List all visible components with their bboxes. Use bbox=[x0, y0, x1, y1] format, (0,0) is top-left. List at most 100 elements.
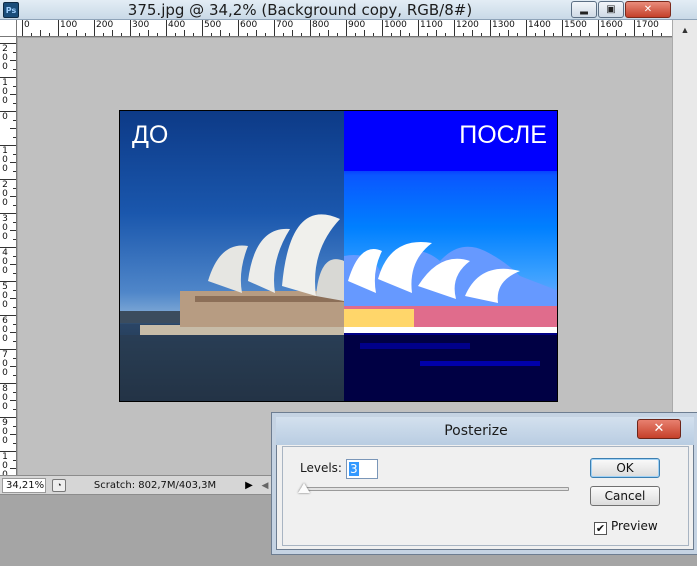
ruler-top-tick bbox=[265, 33, 266, 36]
ruler-top-label: 1000 bbox=[384, 20, 407, 30]
ruler-left-label: 100 bbox=[2, 78, 8, 106]
ruler-left-label: 200 bbox=[2, 180, 8, 208]
ruler-origin-corner[interactable] bbox=[0, 20, 17, 37]
ruler-top-tick bbox=[427, 33, 428, 36]
ruler-top-tick bbox=[517, 33, 518, 36]
ruler-left-tick bbox=[13, 391, 16, 393]
dialog-title: Posterize bbox=[444, 423, 508, 439]
ruler-top-label: 1400 bbox=[528, 20, 551, 30]
ruler-top-tick bbox=[436, 30, 437, 36]
ruler-top-tick bbox=[454, 20, 455, 36]
scroll-up-icon[interactable]: ▲ bbox=[676, 22, 694, 38]
ruler-left-tick bbox=[13, 340, 16, 342]
dialog-close-button[interactable]: ✕ bbox=[637, 419, 681, 439]
ruler-top-tick bbox=[661, 33, 662, 36]
levels-slider-thumb[interactable] bbox=[298, 483, 310, 493]
ruler-top-tick bbox=[58, 20, 59, 36]
ruler-top-tick bbox=[409, 33, 410, 36]
vertical-scrollbar[interactable]: ▲ ▼ bbox=[672, 20, 697, 475]
ruler-left-tick bbox=[10, 230, 16, 231]
ruler-top-tick bbox=[130, 20, 131, 36]
dialog-title-bar[interactable]: Posterize ✕ bbox=[276, 417, 694, 445]
ruler-left-tick bbox=[13, 221, 16, 223]
preview-checkbox-row[interactable]: ✔ Preview bbox=[594, 519, 658, 535]
ruler-left-tick bbox=[13, 272, 16, 274]
ruler-left-tick bbox=[0, 417, 16, 418]
ruler-top-tick bbox=[193, 33, 194, 36]
ruler-top-tick bbox=[490, 20, 491, 36]
ruler-left-tick bbox=[13, 306, 16, 308]
ruler-left-tick bbox=[13, 119, 16, 121]
close-window-button[interactable]: ✕ bbox=[625, 1, 671, 18]
ruler-left-label: 200 bbox=[2, 44, 8, 72]
ruler-top-tick bbox=[571, 33, 572, 36]
ruler-left-label: 800 bbox=[2, 384, 8, 412]
ruler-top-tick bbox=[121, 33, 122, 36]
ruler-top-label: 0 bbox=[24, 20, 30, 30]
ruler-left-tick bbox=[13, 204, 16, 206]
ruler-top-tick bbox=[310, 20, 311, 36]
levels-input[interactable]: 3 bbox=[346, 459, 378, 479]
posterize-dialog: Posterize ✕ Levels: 3 OK Cancel ✔ Preview bbox=[276, 417, 694, 550]
scroll-left-icon[interactable]: ◀ bbox=[258, 478, 272, 493]
ruler-top-tick bbox=[247, 33, 248, 36]
ruler-left-tick bbox=[13, 102, 16, 104]
ruler-top-tick bbox=[382, 20, 383, 36]
ruler-left-tick bbox=[0, 179, 16, 180]
ruler-top-label: 800 bbox=[312, 20, 330, 30]
ruler-top-tick bbox=[418, 20, 419, 36]
ruler-left-tick bbox=[0, 451, 16, 452]
ruler-left-tick bbox=[0, 247, 16, 248]
ruler-top-tick bbox=[400, 30, 401, 36]
ruler-top-tick bbox=[580, 30, 581, 36]
ruler-top-tick bbox=[526, 20, 527, 36]
ruler-top-tick bbox=[103, 33, 104, 36]
status-info-icon[interactable]: ◔ bbox=[52, 479, 66, 492]
canvas-area[interactable]: ДО ПОСЛЕ bbox=[18, 38, 672, 475]
ruler-left-tick bbox=[13, 170, 16, 172]
ruler-top-tick bbox=[553, 33, 554, 36]
ruler-top-label: 1600 bbox=[600, 20, 623, 30]
ruler-top-label: 1500 bbox=[564, 20, 587, 30]
ruler-top-tick bbox=[139, 33, 140, 36]
photo-opera-house[interactable]: ДО ПОСЛЕ bbox=[119, 110, 558, 402]
preview-checkbox[interactable]: ✔ bbox=[594, 522, 607, 535]
ruler-left-tick bbox=[13, 323, 16, 325]
ruler-left-tick bbox=[10, 60, 16, 61]
ruler-top-tick bbox=[535, 33, 536, 36]
ruler-left-tick bbox=[0, 77, 16, 78]
maximize-button[interactable]: ▣ bbox=[598, 1, 624, 18]
zoom-level-field[interactable]: 34,21% bbox=[2, 478, 46, 493]
ruler-left-tick bbox=[13, 289, 16, 291]
ruler-top-tick bbox=[112, 30, 113, 36]
ruler-top-label: 1300 bbox=[492, 20, 515, 30]
ruler-left-label: 0 bbox=[2, 112, 8, 122]
ok-button[interactable]: OK bbox=[590, 458, 660, 478]
ruler-top-label: 500 bbox=[204, 20, 222, 30]
ruler-left-label: 300 bbox=[2, 214, 8, 242]
ruler-top-tick bbox=[364, 30, 365, 36]
cancel-button[interactable]: Cancel bbox=[590, 486, 660, 506]
ruler-top-tick bbox=[643, 33, 644, 36]
ruler-top-tick bbox=[175, 33, 176, 36]
ruler-top-tick bbox=[445, 33, 446, 36]
document-title-bar[interactable]: Ps 375.jpg @ 34,2% (Background copy, RGB… bbox=[0, 0, 697, 20]
vertical-ruler[interactable]: 20010001002003004005006007008009001000 bbox=[0, 37, 17, 475]
levels-label: Levels: bbox=[300, 461, 342, 475]
ruler-left-tick bbox=[0, 349, 16, 350]
levels-slider-track[interactable] bbox=[301, 487, 569, 491]
horizontal-ruler[interactable]: 0 100 200 300 400 500 600 700 800 900 1000 1100 1200… bbox=[0, 20, 672, 37]
ruler-left-tick bbox=[13, 238, 16, 240]
ruler-top-tick bbox=[319, 33, 320, 36]
minimize-button[interactable]: ▂ bbox=[571, 1, 597, 18]
ruler-left-tick bbox=[0, 43, 16, 44]
status-menu-arrow-icon[interactable]: ▶ bbox=[243, 478, 255, 493]
ruler-top-tick bbox=[598, 20, 599, 36]
opera-house-before bbox=[120, 214, 344, 401]
ruler-left-tick bbox=[10, 128, 16, 129]
ruler-left-tick bbox=[13, 51, 16, 53]
ruler-top-tick bbox=[499, 33, 500, 36]
ruler-top-tick bbox=[328, 30, 329, 36]
ruler-top-tick bbox=[85, 33, 86, 36]
ruler-top-tick bbox=[589, 33, 590, 36]
